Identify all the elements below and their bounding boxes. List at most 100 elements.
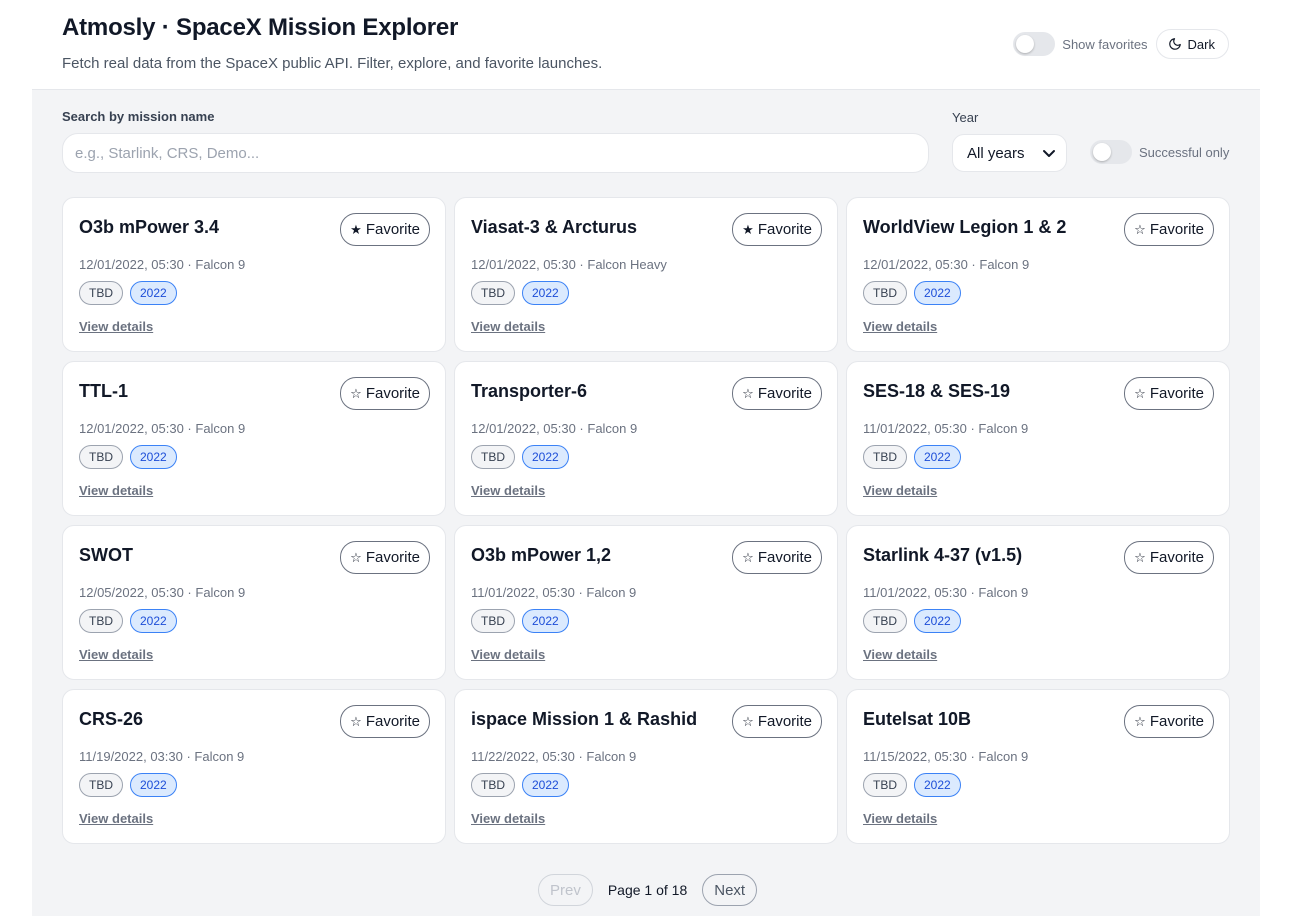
mission-name: TTL-1 <box>79 381 128 401</box>
favorite-button[interactable]: ☆ Favorite <box>732 377 822 410</box>
mission-name: ispace Mission 1 & Rashid <box>471 709 698 729</box>
favorite-button[interactable]: ☆ Favorite <box>732 541 822 574</box>
status-badge: TBD <box>863 445 907 469</box>
mission-name: SES-18 & SES-19 <box>863 381 1011 401</box>
next-page-button[interactable]: Next <box>702 874 758 906</box>
favorite-label: Favorite <box>757 385 812 402</box>
year-badge: 2022 <box>130 773 177 797</box>
launch-meta: 12/01/2022, 05:30 · Falcon 9 <box>79 257 246 272</box>
star-outline-icon: ☆ <box>742 549 754 565</box>
status-badge: TBD <box>863 609 907 633</box>
view-details-link[interactable]: View details <box>79 483 153 498</box>
year-select[interactable]: All years <box>952 134 1067 172</box>
badge-group: TBD 2022 <box>79 773 184 797</box>
badge-group: TBD 2022 <box>863 281 968 305</box>
view-details-link[interactable]: View details <box>471 319 545 334</box>
star-outline-icon: ☆ <box>1134 221 1146 237</box>
star-outline-icon: ☆ <box>1134 385 1146 401</box>
launch-meta: 11/22/2022, 05:30 · Falcon 9 <box>471 749 637 764</box>
launch-card: CRS-26 ☆ Favorite 11/19/2022, 03:30 · Falco… <box>62 689 446 844</box>
badge-group: TBD 2022 <box>863 445 968 469</box>
search-input[interactable] <box>62 133 929 173</box>
favorite-button[interactable]: ☆ Favorite <box>1124 541 1214 574</box>
dark-mode-button[interactable]: Dark <box>1155 29 1229 59</box>
status-badge: TBD <box>863 281 907 305</box>
mission-name: Starlink 4-37 (v1.5) <box>863 545 1023 565</box>
pagination: Prev Page 1 of 18 Next <box>538 874 758 906</box>
launch-meta: 12/01/2022, 05:30 · Falcon 9 <box>471 421 638 436</box>
view-details-link[interactable]: View details <box>471 811 545 826</box>
year-badge: 2022 <box>522 609 569 633</box>
launch-card: WorldView Legion 1 & 2 ☆ Favorite 12/01/202… <box>846 197 1230 352</box>
year-select-value: All years <box>967 144 1025 162</box>
view-details-link[interactable]: View details <box>863 647 937 662</box>
badge-group: TBD 2022 <box>863 773 968 797</box>
view-details-link[interactable]: View details <box>471 483 545 498</box>
year-badge: 2022 <box>130 281 177 305</box>
badge-group: TBD 2022 <box>79 445 184 469</box>
toggle-knob <box>1016 35 1035 53</box>
prev-page-button[interactable]: Prev <box>538 874 593 906</box>
status-badge: TBD <box>471 445 515 469</box>
launch-meta: 11/19/2022, 03:30 · Falcon 9 <box>79 749 245 764</box>
launch-meta: 11/01/2022, 05:30 · Falcon 9 <box>863 421 1029 436</box>
favorite-button[interactable]: ☆ Favorite <box>1124 705 1214 738</box>
view-details-link[interactable]: View details <box>863 319 937 334</box>
successful-only-toggle[interactable] <box>1090 140 1132 164</box>
launch-meta: 12/01/2022, 05:30 · Falcon 9 <box>863 257 1030 272</box>
view-details-link[interactable]: View details <box>79 811 153 826</box>
mission-name: Eutelsat 10B <box>863 709 972 729</box>
main-content: Search by mission name Year All years Su… <box>32 89 1260 916</box>
launch-meta: 11/15/2022, 05:30 · Falcon 9 <box>863 749 1029 764</box>
star-filled-icon: ★ <box>350 221 362 237</box>
status-badge: TBD <box>79 445 123 469</box>
show-favorites-toggle[interactable] <box>1013 32 1056 56</box>
successful-only-label: Successful only <box>1139 144 1230 160</box>
status-badge: TBD <box>79 773 123 797</box>
year-badge: 2022 <box>914 445 961 469</box>
favorite-label: Favorite <box>757 549 812 566</box>
app-header: Atmosly · SpaceX Mission Explorer Fetch … <box>0 0 1294 89</box>
star-outline-icon: ☆ <box>350 549 362 565</box>
favorite-label: Favorite <box>757 713 812 730</box>
year-badge: 2022 <box>914 773 961 797</box>
favorite-button[interactable]: ☆ Favorite <box>1124 213 1214 246</box>
show-favorites-label: Show favorites <box>1062 36 1148 52</box>
search-label: Search by mission name <box>62 109 215 124</box>
chevron-down-icon <box>1043 150 1055 157</box>
mission-name: SWOT <box>79 545 133 565</box>
launch-card: Viasat-3 & Arcturus ★ Favorite 12/01/2022, … <box>454 197 838 352</box>
view-details-link[interactable]: View details <box>79 319 153 334</box>
view-details-link[interactable]: View details <box>471 647 545 662</box>
page-indicator: Page 1 of 18 <box>607 882 688 898</box>
view-details-link[interactable]: View details <box>863 811 937 826</box>
star-outline-icon: ☆ <box>1134 549 1146 565</box>
favorite-label: Favorite <box>365 713 420 730</box>
launch-meta: 11/01/2022, 05:30 · Falcon 9 <box>471 585 637 600</box>
badge-group: TBD 2022 <box>471 773 576 797</box>
favorite-button[interactable]: ☆ Favorite <box>1124 377 1214 410</box>
mission-name: Viasat-3 & Arcturus <box>471 217 638 237</box>
favorite-button[interactable]: ☆ Favorite <box>340 705 430 738</box>
favorite-label: Favorite <box>1149 385 1204 402</box>
favorite-button[interactable]: ☆ Favorite <box>732 705 822 738</box>
mission-name: CRS-26 <box>79 709 144 729</box>
year-badge: 2022 <box>914 609 961 633</box>
favorite-label: Favorite <box>757 221 812 238</box>
dark-mode-label: Dark <box>1187 36 1215 52</box>
view-details-link[interactable]: View details <box>863 483 937 498</box>
launch-card: Eutelsat 10B ☆ Favorite 11/15/2022, 05:30 ·… <box>846 689 1230 844</box>
favorite-button[interactable]: ☆ Favorite <box>340 377 430 410</box>
favorite-label: Favorite <box>1149 221 1204 238</box>
status-badge: TBD <box>79 609 123 633</box>
favorite-button[interactable]: ★ Favorite <box>732 213 822 246</box>
moon-icon <box>1168 38 1181 50</box>
favorite-button[interactable]: ★ Favorite <box>340 213 430 246</box>
launch-card: TTL-1 ☆ Favorite 12/01/2022, 05:30 · Falcon… <box>62 361 446 516</box>
favorite-button[interactable]: ☆ Favorite <box>340 541 430 574</box>
successful-only-filter: Successful only <box>1090 140 1229 164</box>
toggle-knob <box>1093 143 1111 161</box>
year-badge: 2022 <box>914 281 961 305</box>
year-badge: 2022 <box>522 773 569 797</box>
view-details-link[interactable]: View details <box>79 647 153 662</box>
